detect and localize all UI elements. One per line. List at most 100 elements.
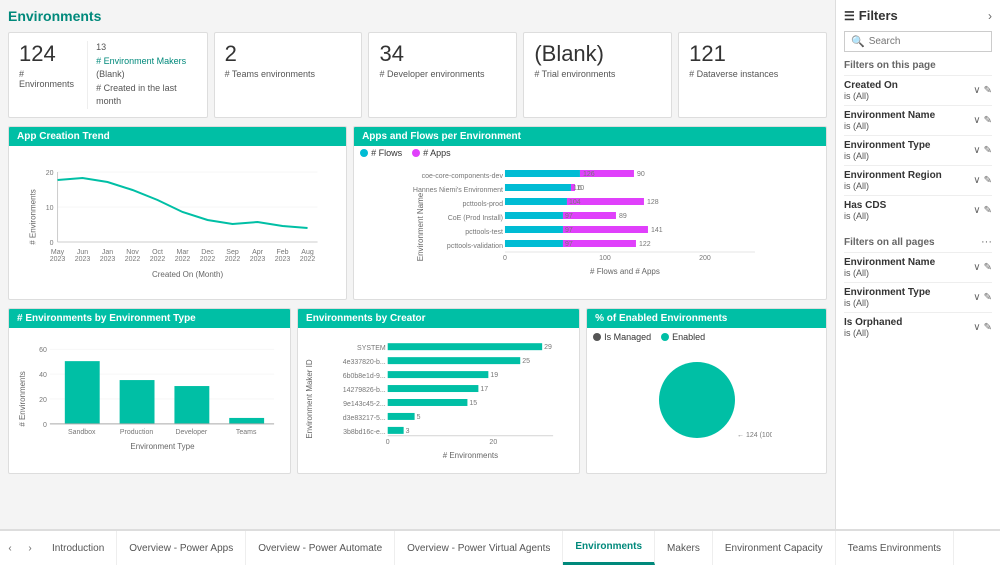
tab-power-automate[interactable]: Overview - Power Automate: [246, 531, 395, 565]
legend-enabled: Enabled: [661, 332, 705, 342]
all-filters-menu[interactable]: ···: [981, 236, 992, 248]
filter-env-region-value: is (All): [844, 181, 942, 191]
svg-text:4e337820-b...: 4e337820-b...: [343, 359, 386, 366]
filter-env-name: Environment Name is (All) ∨ ✎: [844, 105, 992, 135]
svg-text:Oct: Oct: [152, 249, 163, 256]
svg-text:60: 60: [39, 347, 47, 354]
svg-text:Environment Name: Environment Name: [416, 192, 425, 261]
filter-all-env-name-expand[interactable]: ∨: [973, 262, 980, 273]
legend-managed: Is Managed: [593, 332, 651, 342]
svg-text:# Environments: # Environments: [18, 371, 27, 426]
svg-text:Hannes Niemi's Environment: Hannes Niemi's Environment: [413, 187, 503, 194]
filters-title: ☰ Filters: [844, 8, 898, 23]
tab-power-virtual-agents[interactable]: Overview - Power Virtual Agents: [395, 531, 563, 565]
apps-flows-header: Apps and Flows per Environment: [354, 127, 826, 146]
filter-all-env-name-edit[interactable]: ✎: [984, 262, 992, 273]
filters-expand-icon[interactable]: ›: [988, 9, 992, 23]
svg-text:20: 20: [46, 170, 54, 177]
kpi-card-environments: 124 # Environments 13 # Environment Make…: [8, 32, 208, 118]
svg-text:90: 90: [637, 171, 645, 178]
creator-header: Environments by Creator: [298, 309, 579, 328]
svg-text:2023: 2023: [275, 256, 291, 263]
filter-expand-icon[interactable]: ∨: [973, 85, 980, 96]
filters-header: ☰ Filters ›: [844, 8, 992, 23]
svg-text:Aug: Aug: [301, 249, 314, 256]
tab-prev[interactable]: ‹: [0, 531, 20, 565]
filter-env-type-value: is (All): [844, 151, 931, 161]
svg-text:122: 122: [639, 241, 651, 248]
tab-power-apps[interactable]: Overview - Power Apps: [117, 531, 246, 565]
svg-text:Production: Production: [120, 428, 153, 435]
svg-text:0: 0: [386, 438, 390, 445]
filter-all-env-type-expand[interactable]: ∨: [973, 292, 980, 303]
svg-text:← 124 (100%): ← 124 (100%): [737, 432, 772, 439]
svg-text:10: 10: [46, 205, 54, 212]
filter-env-name-edit[interactable]: ✎: [984, 115, 992, 126]
svg-text:6: 6: [578, 185, 582, 192]
kpi-detail-created: # Created in the last month: [96, 82, 196, 109]
filter-all-orphaned: Is Orphaned is (All) ∨ ✎: [844, 312, 992, 342]
tab-teams-env[interactable]: Teams Environments: [836, 531, 954, 565]
filter-search-box[interactable]: 🔍: [844, 31, 992, 52]
svg-text:100: 100: [599, 255, 611, 262]
svg-text:0: 0: [43, 421, 47, 428]
filter-env-region-edit[interactable]: ✎: [984, 175, 992, 186]
flows-chart-svg: Environment Name coe-core-components-dev…: [360, 162, 820, 292]
filter-env-type-edit[interactable]: ✎: [984, 145, 992, 156]
svg-text:2023: 2023: [50, 256, 66, 263]
filter-orphaned-edit[interactable]: ✎: [984, 322, 992, 333]
enabled-label: Enabled: [672, 332, 705, 342]
filter-env-type-label: Environment Type: [844, 140, 931, 151]
svg-text:Dec: Dec: [201, 249, 214, 256]
svg-text:0: 0: [503, 255, 507, 262]
filter-env-region-label: Environment Region: [844, 170, 942, 181]
svg-text:6b0b8e1d-9...: 6b0b8e1d-9...: [343, 373, 386, 380]
kpi-card-developer: 34 # Developer environments: [368, 32, 517, 118]
charts-row-1: App Creation Trend # Environments 20 10 …: [8, 126, 827, 300]
filter-has-cds-expand[interactable]: ∨: [973, 205, 980, 216]
filter-has-cds-edit[interactable]: ✎: [984, 205, 992, 216]
filter-all-env-type-edit[interactable]: ✎: [984, 292, 992, 303]
search-input[interactable]: [869, 36, 985, 47]
kpi-dataverse-main: 121: [689, 41, 816, 67]
svg-text:104: 104: [569, 199, 581, 206]
svg-text:Sep: Sep: [226, 249, 239, 256]
tab-environments[interactable]: Environments: [563, 531, 655, 565]
svg-text:0: 0: [50, 240, 54, 247]
svg-text:25: 25: [522, 358, 530, 365]
kpi-environments-main: 124: [19, 41, 77, 67]
legend-apps: # Apps: [412, 148, 451, 158]
svg-text:Feb: Feb: [277, 249, 289, 256]
kpi-card-teams: 2 # Teams environments: [214, 32, 363, 118]
filter-env-region-expand[interactable]: ∨: [973, 175, 980, 186]
filter-has-cds: Has CDS is (All) ∨ ✎: [844, 195, 992, 225]
filter-edit-icon[interactable]: ✎: [984, 85, 992, 96]
filter-all-env-type: Environment Type is (All) ∨ ✎: [844, 282, 992, 312]
svg-text:19: 19: [490, 372, 498, 379]
svg-text:2022: 2022: [125, 256, 141, 263]
svg-text:Nov: Nov: [126, 249, 139, 256]
svg-text:29: 29: [544, 344, 552, 351]
svg-text:200: 200: [699, 255, 711, 262]
tab-env-capacity[interactable]: Environment Capacity: [713, 531, 836, 565]
filter-all-env-name-value: is (All): [844, 268, 935, 278]
svg-text:Environment Maker ID: Environment Maker ID: [305, 359, 314, 439]
charts-row-2: # Environments by Environment Type # Env…: [8, 308, 827, 474]
filter-orphaned-expand[interactable]: ∨: [973, 322, 980, 333]
enabled-dot: [661, 333, 669, 341]
legend-apps-label: # Apps: [423, 148, 451, 158]
filter-env-name-expand[interactable]: ∨: [973, 115, 980, 126]
filter-created-on: Created On is (All) ∨ ✎: [844, 75, 992, 105]
tab-makers[interactable]: Makers: [655, 531, 713, 565]
tab-introduction[interactable]: Introduction: [40, 531, 117, 565]
filter-env-name-value: is (All): [844, 121, 935, 131]
filter-env-type-expand[interactable]: ∨: [973, 145, 980, 156]
env-type-chart: # Environments by Environment Type # Env…: [8, 308, 291, 474]
filter-all-env-name: Environment Name is (All) ∨ ✎: [844, 252, 992, 282]
svg-text:2022: 2022: [225, 256, 241, 263]
tab-next[interactable]: ›: [20, 531, 40, 565]
filter-orphaned-label: Is Orphaned: [844, 317, 902, 328]
svg-text:May: May: [51, 249, 65, 256]
kpi-card-dataverse: 121 # Dataverse instances: [678, 32, 827, 118]
svg-text:17: 17: [480, 386, 488, 393]
